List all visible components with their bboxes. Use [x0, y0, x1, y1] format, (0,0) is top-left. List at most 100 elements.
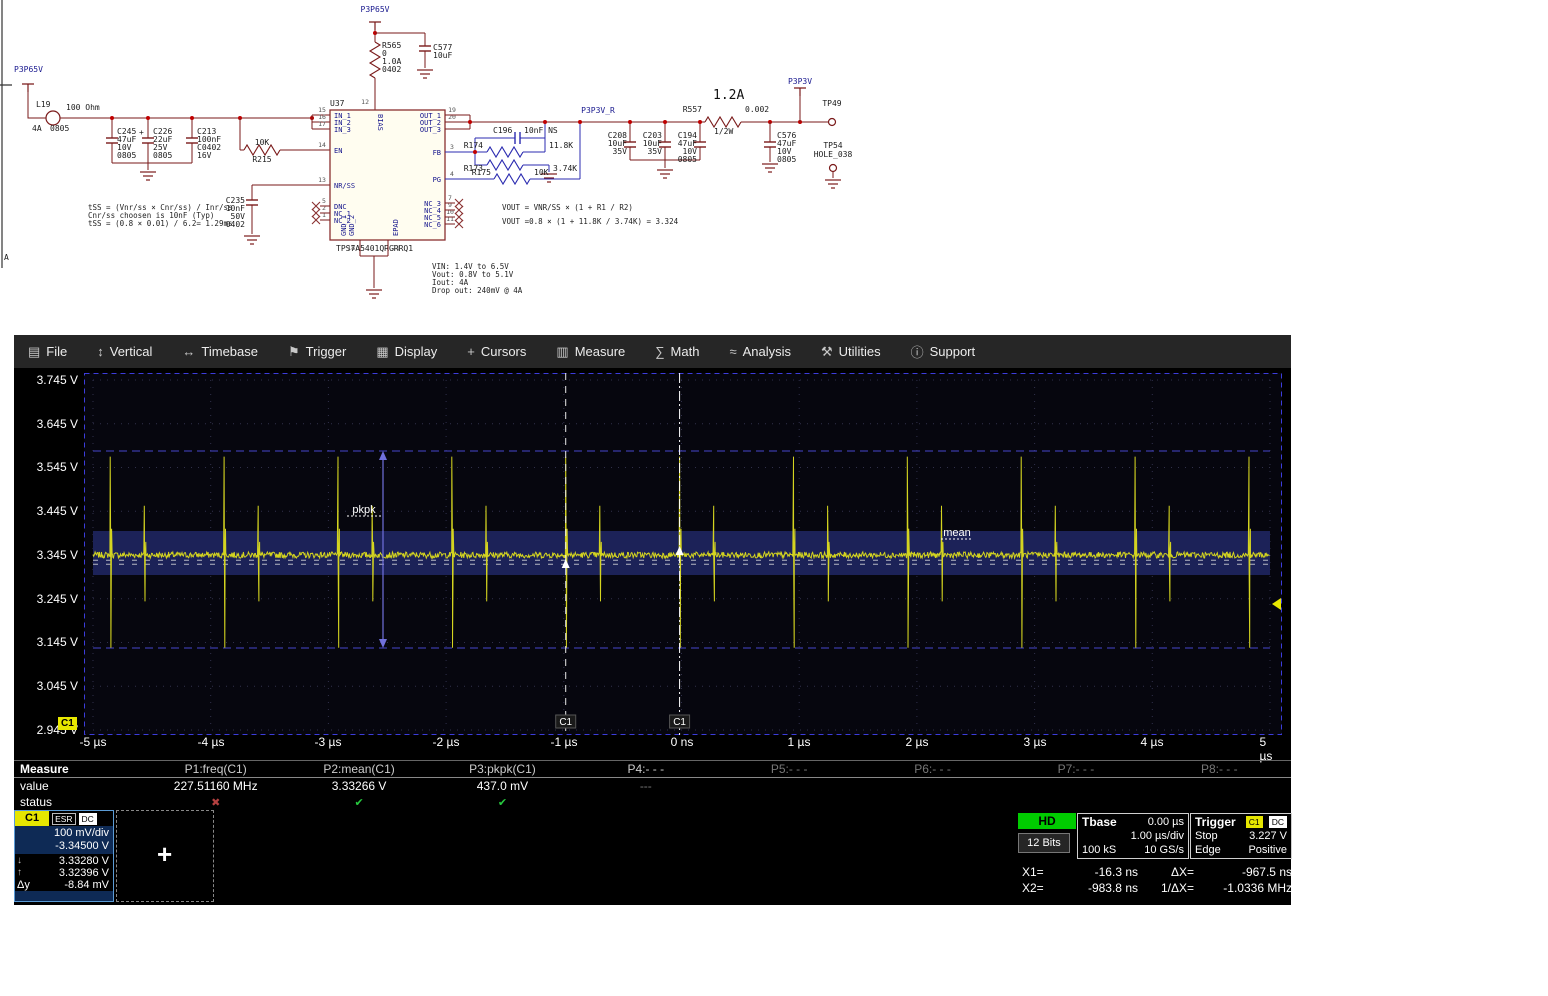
menu-label: Measure [574, 344, 626, 359]
x1-value: -16.3 ns [1094, 865, 1138, 879]
channel1-name: C1 [15, 811, 50, 826]
invdx-value: -1.0336 MHz [1223, 881, 1292, 895]
x-axis-label: -1 µs [550, 735, 578, 749]
esr-badge: ESR [52, 812, 76, 825]
x2-label: X2= [1022, 881, 1044, 895]
x-axis-label: -3 µs [314, 735, 342, 749]
x-axis-label: 5 µs [1259, 735, 1273, 763]
menu-item-timebase[interactable]: ↔ Timebase [182, 344, 258, 359]
display-icon: ▦ [376, 343, 389, 359]
measure-p2-value: 3.33266 V [331, 779, 387, 793]
svg-text:IN_3: IN_3 [334, 126, 351, 134]
menu-item-cursors[interactable]: + Cursors [467, 344, 526, 359]
svg-text:100 Ohm: 100 Ohm [66, 103, 100, 112]
net-label-p3p65v-top: P3P65V [361, 5, 390, 14]
svg-text:GND_1: GND_1 [340, 215, 348, 236]
y-axis-label: 3.245 V [36, 592, 78, 606]
cursor-lower-icon: ↑ [17, 867, 22, 878]
svg-text:NC_6: NC_6 [424, 221, 441, 229]
menu-label: File [46, 344, 68, 359]
pkpk-label: pkpk [352, 504, 376, 516]
measure-p7-header[interactable]: P7:- - - [1004, 762, 1147, 776]
menu-item-utilities[interactable]: ⚒ Utilities [821, 344, 881, 360]
svg-text:EPAD: EPAD [392, 219, 400, 236]
x-axis-label: 4 µs [1140, 735, 1164, 749]
menu-label: Display [394, 344, 438, 359]
timebase-panel[interactable]: Tbase 0.00 µs 1.00 µs/div 100 kS 10 GS/s [1077, 813, 1189, 859]
channel1-scale: 100 mV/div [53, 827, 109, 839]
bias-branch: P3P65V R565 0 1.0A 0402 C577 10uF [361, 5, 452, 110]
trigger-slope: Positive [1248, 844, 1287, 856]
y-axis-label: 3.045 V [36, 679, 78, 693]
hd-mode-badge: HD [1018, 813, 1076, 829]
measure-icon: ▥ [556, 343, 569, 359]
y-axis-label: 3.545 V [36, 460, 78, 474]
menu-item-analysis[interactable]: ≈ Analysis [729, 344, 791, 359]
measure-p3-header[interactable]: P3:pkpk(C1) [431, 762, 574, 776]
measure-p2-header[interactable]: P2:mean(C1) [287, 762, 430, 776]
svg-text:R175: R175 [472, 168, 491, 177]
svg-text:EN: EN [334, 147, 342, 155]
svg-text:11.8K: 11.8K [549, 141, 573, 150]
svg-text:35V: 35V [648, 147, 663, 156]
svg-text:3: 3 [450, 143, 454, 151]
u37-ref: U37 [330, 99, 345, 108]
svg-text:11: 11 [446, 215, 454, 223]
acquisition-panel[interactable]: HD 12 Bits [1018, 813, 1076, 853]
svg-text:NR/SS: NR/SS [334, 182, 355, 190]
svg-text:17: 17 [318, 120, 326, 128]
measure-status-row: status [14, 794, 1291, 810]
x-axis-label: 2 µs [905, 735, 929, 749]
menu-item-support[interactable]: ⓘ Support [911, 342, 976, 361]
menu-item-display[interactable]: ▦ Display [376, 344, 437, 360]
oscilloscope-window: ▤ File ↕ Vertical ↔ Timebase ⚑ Trigger ▦ Disp… [14, 335, 1292, 905]
trigger-coupling-badge: DC [1268, 816, 1287, 828]
measure-p5-header[interactable]: P5:- - - [718, 762, 861, 776]
waveform-grid[interactable]: pkpk mean C1 C1 [84, 373, 1282, 735]
svg-text:C196: C196 [493, 126, 512, 135]
trigger-mode: Stop [1195, 830, 1218, 842]
svg-text:0805: 0805 [153, 151, 172, 160]
menu-item-measure[interactable]: ▥ Measure [556, 344, 625, 360]
plus-icon: + [157, 839, 173, 869]
menu-item-math[interactable]: ∑ Math [655, 344, 699, 359]
measure-p1-header[interactable]: P1:freq(C1) [144, 762, 287, 776]
dx-value: -967.5 ns [1241, 865, 1292, 879]
x2-value: -983.8 ns [1087, 881, 1138, 895]
menu-item-vertical[interactable]: ↕ Vertical [97, 344, 152, 359]
svg-text:0.002: 0.002 [745, 105, 769, 114]
mean-label: mean [943, 527, 971, 539]
svg-text:TP49: TP49 [822, 99, 841, 108]
cursor2-tag: C1 [669, 714, 691, 729]
measure-header-row: Measure P1:freq(C1) P2:mean(C1) P3:pkpk(… [14, 761, 1291, 777]
add-trace-slot[interactable]: + [116, 810, 214, 902]
analysis-icon: ≈ [729, 344, 737, 359]
trigger-panel[interactable]: Trigger C1 DC Stop 3.227 V Edge Positive [1190, 813, 1292, 859]
timebase-icon: ↔ [182, 344, 196, 359]
cursor-upper-value: 3.33280 V [58, 855, 109, 867]
svg-text:HOLE_038: HOLE_038 [814, 150, 853, 159]
menu-label: Analysis [742, 344, 792, 359]
measure-p8-header[interactable]: P8:- - - [1148, 762, 1291, 776]
channel1-descriptor[interactable]: C1 ESR DC 100 mV/div -3.34500 V ↓ 3.33280… [14, 810, 114, 902]
menu-label: Utilities [838, 344, 881, 359]
svg-text:C1: C1 [673, 717, 686, 728]
svg-text:10K: 10K [255, 138, 270, 147]
y-axis-label: 3.345 V [36, 548, 78, 562]
trigger-title: Trigger [1195, 815, 1236, 829]
channel-position-marker[interactable]: C1 [58, 717, 77, 730]
measure-p3-status-icon [431, 796, 574, 809]
measure-p4-header[interactable]: P4:- - - [574, 762, 717, 776]
mean-indicator: mean [941, 527, 973, 540]
measure-p6-header[interactable]: P6:- - - [861, 762, 1004, 776]
svg-text:0805: 0805 [777, 155, 796, 164]
delta-y-value: -8.84 mV [64, 879, 109, 891]
svg-text:Drop out: 240mV @ 4A: Drop out: 240mV @ 4A [432, 286, 523, 295]
menu-item-file[interactable]: ▤ File [28, 344, 67, 360]
svg-text:12: 12 [361, 98, 369, 106]
measure-table: Measure P1:freq(C1) P2:mean(C1) P3:pkpk(… [14, 760, 1291, 810]
svg-text:0805: 0805 [50, 124, 69, 133]
svg-text:GND_2: GND_2 [348, 215, 356, 236]
svg-text:C1: C1 [559, 717, 572, 728]
menu-item-trigger[interactable]: ⚑ Trigger [288, 344, 346, 360]
